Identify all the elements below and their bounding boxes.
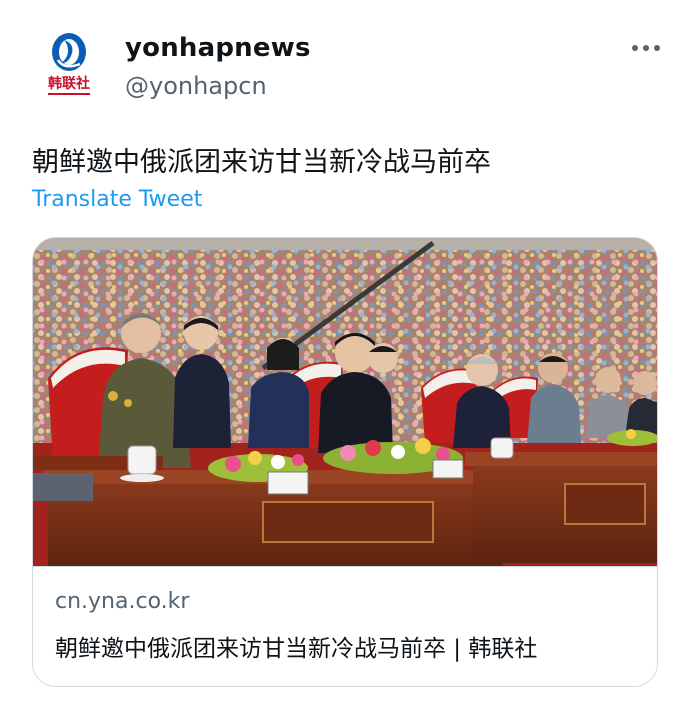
translate-tweet-link[interactable]: Translate Tweet [32,187,202,212]
more-options-button[interactable] [626,32,666,64]
card-photo [33,238,657,566]
card-domain: cn.yna.co.kr [55,589,190,614]
card-footer[interactable]: cn.yna.co.kr 朝鲜邀中俄派团来访甘当新冷战马前卒 | 韩联社 [33,566,657,686]
yonhap-logo-icon: 韩联社 [48,33,90,95]
link-card[interactable]: cn.yna.co.kr 朝鲜邀中俄派团来访甘当新冷战马前卒 | 韩联社 [32,237,658,687]
user-handle[interactable]: @yonhapcn [125,72,267,100]
tweet-page: 韩联社 yonhapnews @yonhapcn 朝鲜邀中俄派团来访甘当新冷战马… [0,0,690,723]
card-title: 朝鲜邀中俄派团来访甘当新冷战马前卒 | 韩联社 [55,636,538,662]
display-name[interactable]: yonhapnews [125,33,311,63]
tweet-text: 朝鲜邀中俄派团来访甘当新冷战马前卒 [32,147,491,178]
more-horizontal-icon [632,45,638,51]
avatar[interactable]: 韩联社 [34,30,104,100]
avatar-caption: 韩联社 [48,75,90,92]
